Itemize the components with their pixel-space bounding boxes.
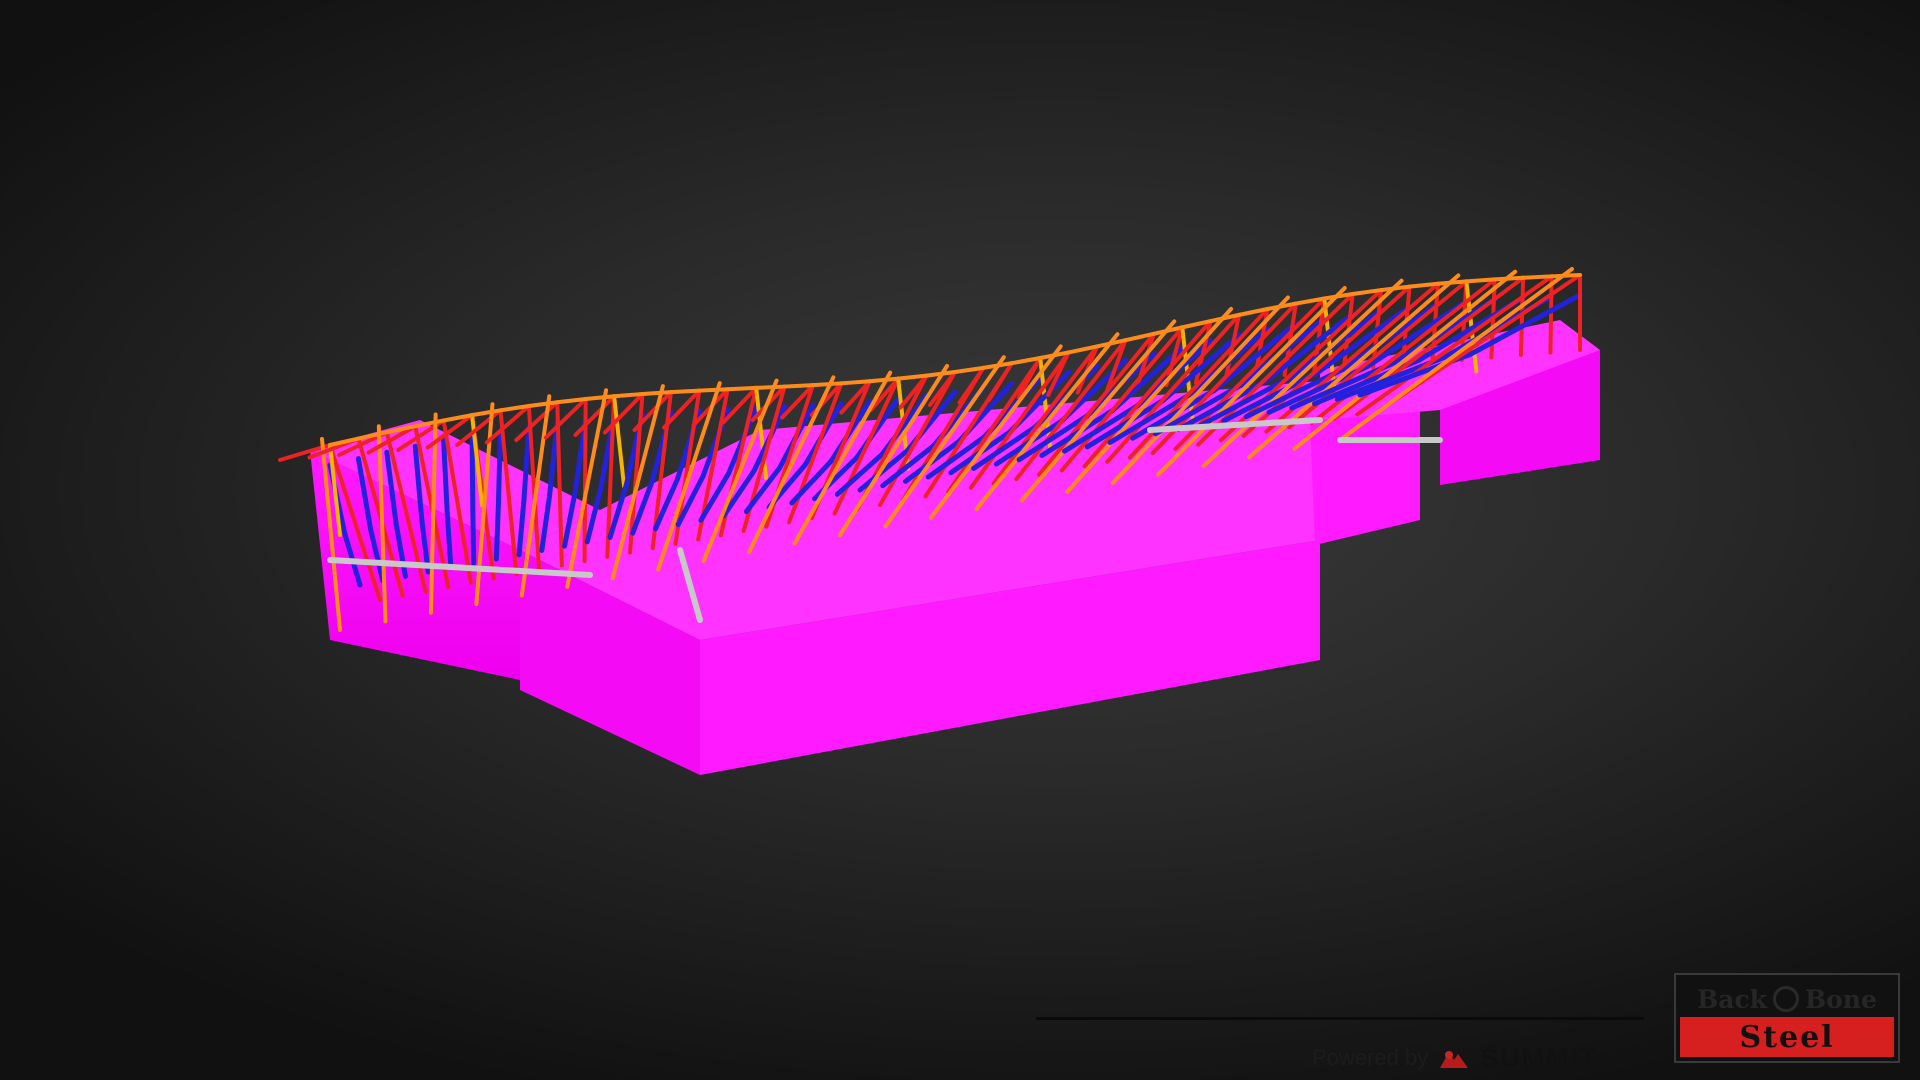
ridge-beam <box>583 394 617 401</box>
ridge-beam <box>1521 274 1554 280</box>
powered-by-label: Powered by <box>1312 1045 1429 1070</box>
ridge-beam <box>612 392 645 399</box>
3d-model-viewer[interactable]: Powered by SUMMIT Back Bone Steel <box>0 0 1920 1080</box>
truss-chord <box>1548 274 1554 355</box>
ridge-beam <box>1549 273 1582 279</box>
ridge-beam <box>725 385 759 392</box>
truss-web <box>495 427 503 507</box>
brand-bottom-row: Steel <box>1680 1017 1894 1057</box>
footer-divider <box>1036 1017 1644 1020</box>
brand-top-row: Back Bone <box>1680 979 1894 1019</box>
ridge-beam <box>1492 275 1526 282</box>
backbone-steel-logo: Back Bone Steel <box>1674 973 1900 1063</box>
bracing <box>612 394 627 489</box>
ridge-beam <box>867 376 901 384</box>
summit-mountain-icon <box>1440 1051 1469 1068</box>
ridge-beam <box>640 390 673 397</box>
summit-label: SUMMIT <box>1480 1042 1599 1073</box>
truss-web <box>470 506 477 566</box>
ridge-beam <box>839 379 872 386</box>
ridge-beam <box>1435 279 1469 286</box>
ridge-beam <box>668 388 702 395</box>
brand-top-left: Back <box>1697 984 1767 1014</box>
wall-blocks <box>310 320 1600 775</box>
ridge-beam <box>1464 277 1497 284</box>
brand-top-right: Bone <box>1804 984 1877 1014</box>
ridge-beam <box>697 387 730 393</box>
ridge-beam <box>782 383 815 389</box>
truss-web <box>469 432 476 512</box>
truss-web <box>493 501 501 562</box>
ridge-beam <box>754 384 787 390</box>
ridge-beam <box>810 381 844 388</box>
right-wing-front <box>1310 410 1420 545</box>
powered-by-summit[interactable]: Powered by SUMMIT <box>1312 1042 1599 1073</box>
brand-badge-icon <box>1772 986 1799 1012</box>
truss-chord <box>957 365 986 405</box>
roof-truss-model[interactable] <box>0 0 1920 1080</box>
